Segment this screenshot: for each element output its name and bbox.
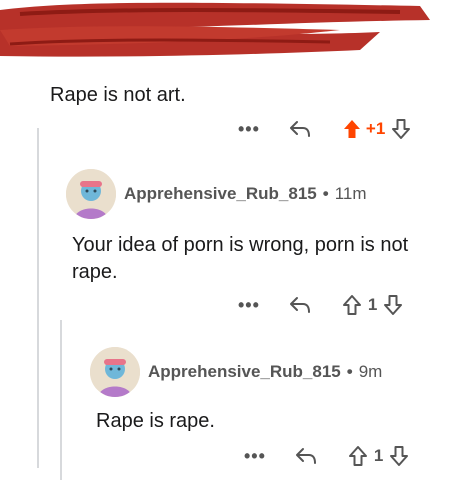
vote-count: 1	[373, 446, 384, 465]
redaction-scribble	[0, 2, 430, 57]
separator: •	[346, 362, 353, 381]
upvote-icon[interactable]	[342, 294, 362, 316]
separator: •	[322, 184, 329, 203]
comment-text: Rape is not art.	[50, 84, 186, 106]
reply-icon[interactable]	[288, 119, 312, 139]
more-options-icon[interactable]: •••	[244, 446, 266, 467]
vote-count: +1	[365, 119, 386, 138]
username[interactable]: Apprehensive_Rub_815	[148, 362, 341, 382]
vote-count: 1	[367, 295, 378, 314]
upvote-icon[interactable]	[342, 118, 362, 140]
reply-icon[interactable]	[294, 446, 318, 466]
timestamp: 9m	[358, 362, 383, 381]
more-options-icon[interactable]: •••	[238, 295, 260, 316]
comment-actions: ••• 1	[238, 292, 403, 318]
avatar[interactable]	[90, 347, 140, 397]
downvote-icon[interactable]	[391, 118, 411, 140]
comment-header: Apprehensive_Rub_815 • 9m	[90, 346, 382, 398]
comment-actions: ••• +1	[238, 116, 411, 142]
thread-line	[60, 320, 62, 480]
downvote-icon[interactable]	[383, 294, 403, 316]
comment-text: Your idea of porn is wrong, porn is not …	[72, 234, 409, 283]
comment-text: Rape is rape.	[96, 410, 215, 432]
more-options-icon[interactable]: •••	[238, 119, 260, 140]
timestamp: 11m	[334, 184, 367, 203]
comment-actions: ••• 1	[244, 443, 409, 469]
reply-icon[interactable]	[288, 295, 312, 315]
comment-header: Apprehensive_Rub_815 • 11m	[66, 168, 367, 220]
avatar[interactable]	[66, 169, 116, 219]
upvote-icon[interactable]	[348, 445, 368, 467]
thread-connector	[37, 150, 57, 190]
downvote-icon[interactable]	[389, 445, 409, 467]
username[interactable]: Apprehensive_Rub_815	[124, 184, 317, 204]
